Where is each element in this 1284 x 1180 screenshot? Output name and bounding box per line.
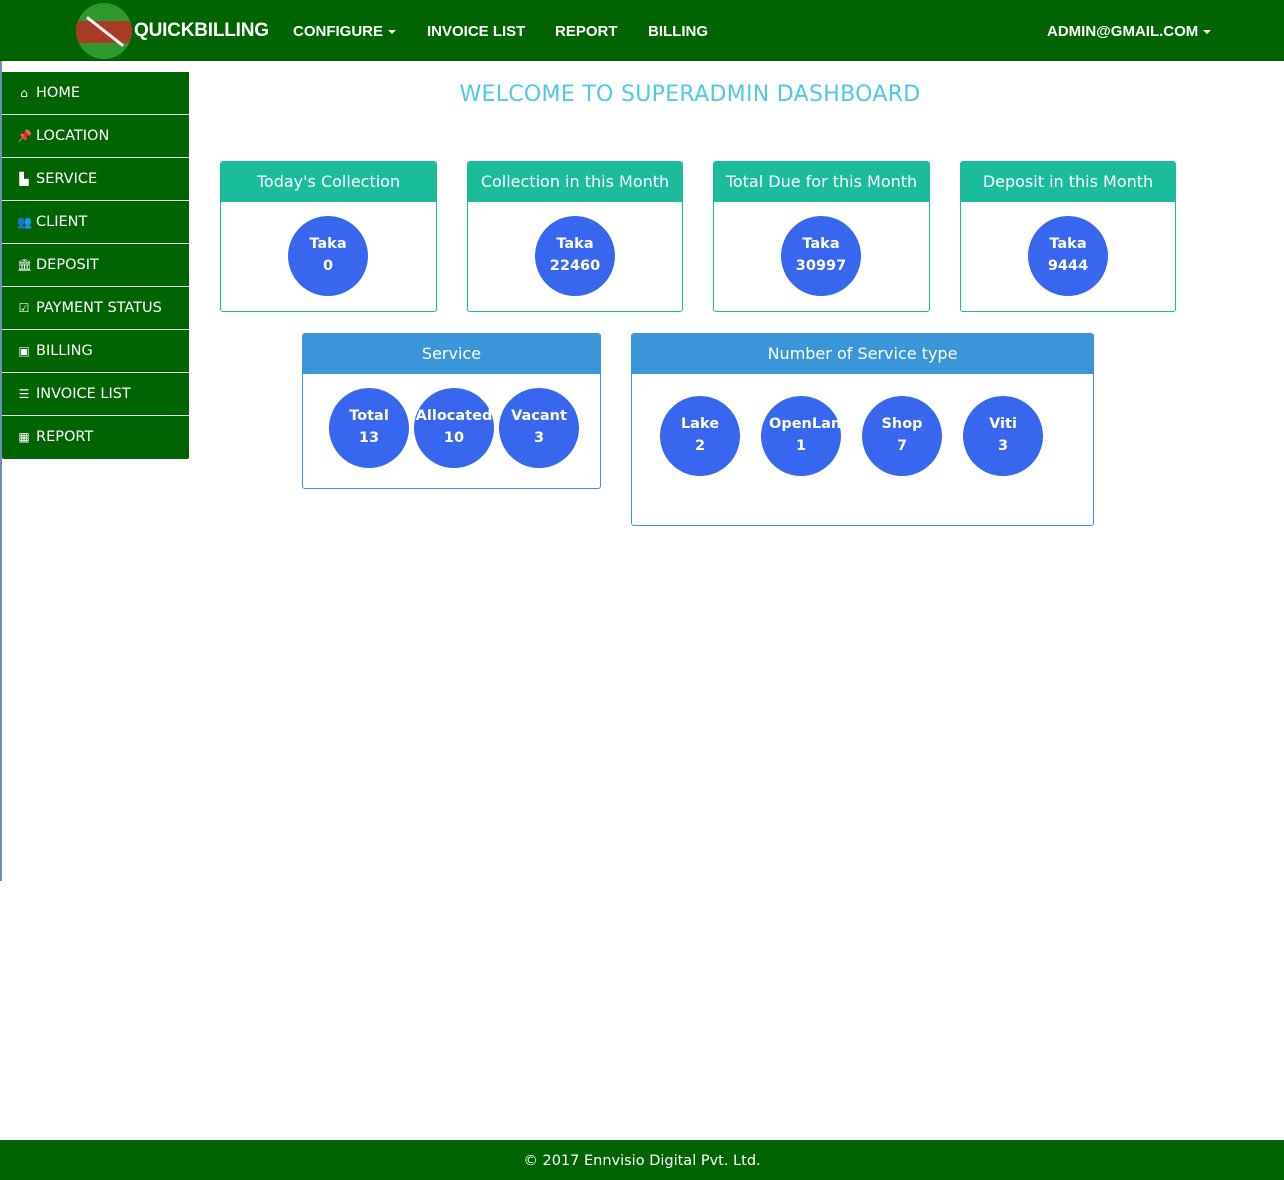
panel-title: Service xyxy=(303,334,600,374)
pushpin-icon: 📌 xyxy=(17,129,32,143)
sidebar-item-report[interactable]: ▦ REPORT xyxy=(2,416,189,459)
table-icon: ▦ xyxy=(18,430,30,444)
nav-configure[interactable]: CONFIGURE xyxy=(293,23,396,40)
chevron-down-icon xyxy=(1203,30,1212,35)
sidebar-item-label: HOME xyxy=(36,85,80,101)
service-vacant-circle: Vacant 3 xyxy=(499,388,579,468)
service-type-circle: Lake 2 xyxy=(660,396,740,476)
stat-label: Lake xyxy=(680,416,720,432)
panel-title: Deposit in this Month xyxy=(961,162,1175,202)
stat-value: 3 xyxy=(997,438,1009,454)
chevron-down-icon xyxy=(388,30,396,35)
sidebar-item-home[interactable]: ⌂ HOME xyxy=(2,72,189,115)
stat-value: 30997 xyxy=(795,258,847,274)
stat-label: Total xyxy=(349,408,389,424)
users-icon: 👥 xyxy=(17,215,32,229)
stat-label: Taka xyxy=(802,236,840,252)
stat-value: 22460 xyxy=(549,258,601,274)
stat-label: OpenLand xyxy=(769,416,841,432)
top-navbar: QUICKBILLING CONFIGURE INVOICE LIST REPO… xyxy=(0,0,1284,61)
sidebar-item-label: LOCATION xyxy=(36,128,110,144)
stat-label: Allocated xyxy=(415,408,493,424)
sidebar-item-label: CLIENT xyxy=(36,214,88,230)
stat-circle: Taka 30997 xyxy=(781,216,861,296)
nav-billing[interactable]: BILLING xyxy=(648,23,708,40)
stat-value: 9444 xyxy=(1047,258,1089,274)
stat-value: 7 xyxy=(896,438,908,454)
stat-value: 10 xyxy=(443,430,465,446)
stat-label: Viti xyxy=(989,416,1017,432)
sidebar-item-label: BILLING xyxy=(36,343,93,359)
sidebar-item-deposit[interactable]: 🏛 DEPOSIT xyxy=(2,244,189,287)
stat-value: 0 xyxy=(322,258,334,274)
sidebar-item-payment-status[interactable]: ☑ PAYMENT STATUS xyxy=(2,287,189,330)
month-deposit-panel: Deposit in this Month Taka 9444 xyxy=(960,161,1176,312)
bank-icon: 🏛 xyxy=(17,258,33,272)
sidebar-item-label: REPORT xyxy=(36,429,94,445)
footer-copyright: © 2017 Ennvisio Digital Pvt. Ltd. xyxy=(523,1153,761,1169)
stat-label: Taka xyxy=(309,236,347,252)
list-alt-icon: ☰ xyxy=(18,387,30,401)
service-allocated-circle: Allocated 10 xyxy=(414,388,494,468)
logo-icon[interactable] xyxy=(76,3,132,59)
footer: © 2017 Ennvisio Digital Pvt. Ltd. xyxy=(0,1140,1284,1180)
month-due-panel: Total Due for this Month Taka 30997 xyxy=(713,161,930,312)
sidebar-item-client[interactable]: 👥 CLIENT xyxy=(2,201,189,244)
page-title: WELCOME TO SUPERADMIN DASHBOARD xyxy=(459,82,921,107)
user-email: ADMIN@GMAIL.COM xyxy=(1047,23,1199,40)
stat-value: 3 xyxy=(533,430,545,446)
stat-value: 1 xyxy=(795,438,807,454)
nav-configure-label: CONFIGURE xyxy=(293,23,383,40)
stat-circle: Taka 9444 xyxy=(1028,216,1108,296)
service-type-circle: OpenLand 1 xyxy=(761,396,841,476)
sidebar-item-label: PAYMENT STATUS xyxy=(36,300,162,316)
nav-invoice-list[interactable]: INVOICE LIST xyxy=(427,23,525,40)
stat-value: 13 xyxy=(358,430,380,446)
sidebar-item-billing[interactable]: ▣ BILLING xyxy=(2,330,189,373)
stat-label: Shop xyxy=(881,416,923,432)
sidebar-item-label: INVOICE LIST xyxy=(36,386,131,402)
sidebar-item-label: SERVICE xyxy=(36,171,98,187)
service-panel: Service Total 13 Allocated 10 Vacant 3 xyxy=(302,333,601,489)
service-type-circle: Viti 3 xyxy=(963,396,1043,476)
panel-title: Number of Service type xyxy=(632,334,1093,374)
stat-label: Taka xyxy=(1049,236,1087,252)
panel-title: Total Due for this Month xyxy=(714,162,929,202)
sidebar-item-service[interactable]: ▙ SERVICE xyxy=(2,158,189,201)
month-collection-panel: Collection in this Month Taka 22460 xyxy=(467,161,683,312)
stat-circle: Taka 22460 xyxy=(535,216,615,296)
user-menu[interactable]: ADMIN@GMAIL.COM xyxy=(1047,23,1212,40)
nav-report[interactable]: REPORT xyxy=(555,23,618,40)
home-icon: ⌂ xyxy=(20,86,28,100)
service-total-circle: Total 13 xyxy=(329,388,409,468)
check-square-icon: ☑ xyxy=(18,301,30,315)
service-type-panel: Number of Service type Lake 2 OpenLand 1… xyxy=(631,333,1094,526)
money-icon: ▣ xyxy=(18,344,30,358)
panel-title: Today's Collection xyxy=(221,162,436,202)
stat-value: 2 xyxy=(694,438,706,454)
stat-label: Taka xyxy=(556,236,594,252)
brand-name[interactable]: QUICKBILLING xyxy=(134,20,269,42)
todays-collection-panel: Today's Collection Taka 0 xyxy=(220,161,437,312)
sidebar-item-label: DEPOSIT xyxy=(36,257,99,273)
service-type-circle: Shop 7 xyxy=(862,396,942,476)
sidebar-item-location[interactable]: 📌 LOCATION xyxy=(2,115,189,158)
sidebar: ⌂ HOME 📌 LOCATION ▙ SERVICE 👥 CLIENT 🏛 DEPOSI… xyxy=(2,72,189,459)
stat-label: Vacant xyxy=(511,408,567,424)
stat-circle: Taka 0 xyxy=(288,216,368,296)
industry-icon: ▙ xyxy=(19,172,29,186)
panel-title: Collection in this Month xyxy=(468,162,682,202)
sidebar-item-invoice-list[interactable]: ☰ INVOICE LIST xyxy=(2,373,189,416)
